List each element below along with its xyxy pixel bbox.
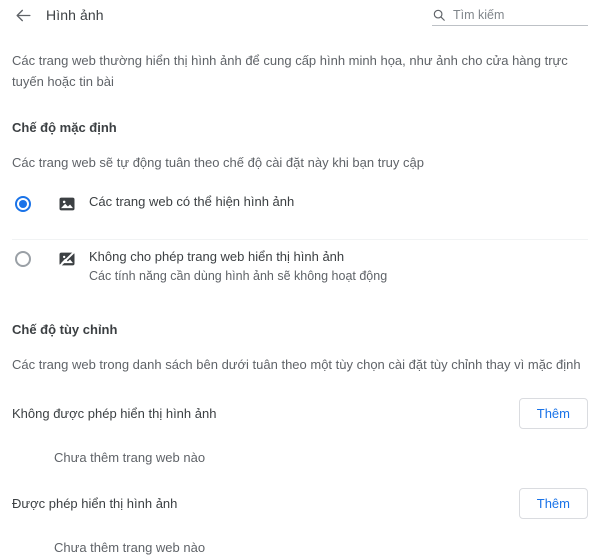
exception-list-header: Không được phép hiển thị hình ảnh Thêm	[12, 397, 588, 429]
page-header: Hình ảnh	[0, 0, 600, 30]
add-blocked-site-button[interactable]: Thêm	[518, 397, 588, 429]
exception-list-header: Được phép hiển thị hình ảnh Thêm	[12, 487, 588, 519]
radio-option-texts: Không cho phép trang web hiển thị hình ả…	[89, 246, 387, 286]
intro-text: Các trang web thường hiển thị hình ảnh đ…	[12, 53, 568, 89]
radio-option-allow-images[interactable]: Các trang web có thể hiện hình ảnh	[12, 185, 588, 240]
custom-mode-description: Các trang web trong danh sách bên dưới t…	[12, 357, 581, 372]
radio-option-texts: Các trang web có thể hiện hình ảnh	[89, 191, 294, 211]
exception-list-empty-text: Chưa thêm trang web nào	[54, 540, 206, 555]
arrow-left-icon	[14, 6, 33, 25]
default-mode-description: Các trang web sẽ tự động tuân theo chế đ…	[12, 155, 424, 170]
exception-list-allowed: Được phép hiển thị hình ảnh Thêm Chưa th…	[12, 487, 588, 555]
image-icon	[58, 195, 76, 213]
exception-list-empty-text: Chưa thêm trang web nào	[54, 450, 206, 465]
image-off-icon	[58, 250, 76, 268]
radio-option-sublabel: Các tính năng cần dùng hình ảnh sẽ không…	[89, 269, 388, 283]
settings-page: Hình ảnh Các trang web thường hiển thị h…	[0, 0, 600, 555]
radio-option-block-images[interactable]: Không cho phép trang web hiển thị hình ả…	[12, 240, 588, 294]
radio-indicator-unselected[interactable]	[15, 251, 31, 267]
radio-indicator-selected[interactable]	[15, 196, 31, 212]
page-title: Hình ảnh	[46, 7, 104, 23]
radio-option-label: Các trang web có thể hiện hình ảnh	[89, 194, 295, 209]
search-icon	[432, 8, 446, 22]
back-button[interactable]	[10, 2, 36, 28]
default-mode-title: Chế độ mặc định	[12, 120, 117, 135]
search-box[interactable]	[432, 4, 588, 26]
custom-mode-title: Chế độ tùy chỉnh	[12, 322, 118, 337]
add-allowed-site-button[interactable]: Thêm	[518, 487, 588, 519]
page-content: Các trang web thường hiển thị hình ảnh đ…	[0, 50, 600, 555]
radio-option-label: Không cho phép trang web hiển thị hình ả…	[89, 249, 345, 264]
search-input[interactable]	[453, 7, 588, 22]
exception-list-label: Không được phép hiển thị hình ảnh	[12, 405, 217, 421]
exception-list-blocked: Không được phép hiển thị hình ảnh Thêm C…	[12, 397, 588, 465]
default-mode-options: Các trang web có thể hiện hình ảnh Không…	[12, 185, 588, 294]
exception-list-label: Được phép hiển thị hình ảnh	[12, 495, 178, 511]
